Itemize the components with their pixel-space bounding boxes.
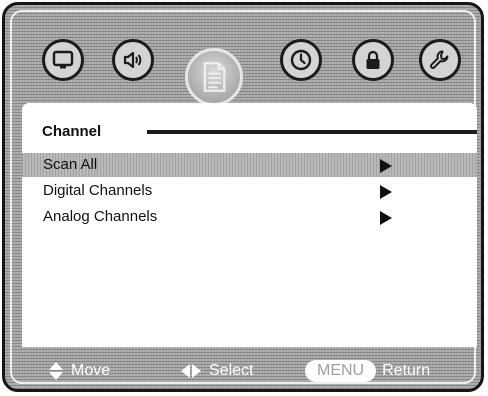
title-divider (147, 130, 477, 134)
time-menu-button[interactable] (280, 39, 322, 81)
return-hint: MENU Return (305, 360, 430, 382)
select-label: Select (209, 362, 254, 379)
move-label: Move (71, 362, 111, 379)
menu-item-digital-channels[interactable]: Digital Channels (22, 179, 477, 203)
menu-key-badge: MENU (305, 360, 377, 382)
right-arrow-icon (380, 159, 392, 173)
channel-menu-panel: Channel Scan All Digital Channels Analog… (22, 103, 477, 347)
lock-icon (366, 50, 380, 69)
lock-menu-button[interactable] (352, 39, 394, 81)
menu-item-label: Analog Channels (43, 208, 158, 225)
channel-menu-button[interactable] (185, 48, 243, 106)
clock-icon (290, 49, 312, 71)
setup-menu-button[interactable] (419, 39, 461, 81)
select-hint: Select (181, 360, 253, 382)
osd-menu: Channel Scan All Digital Channels Analog… (2, 2, 484, 392)
right-arrow-icon (380, 211, 392, 225)
picture-menu-button[interactable] (42, 39, 84, 81)
menu-item-label: Digital Channels (43, 182, 153, 199)
move-hint: Move (49, 360, 110, 382)
right-arrow-icon (380, 185, 392, 199)
menu-item-label: Scan All (43, 156, 98, 173)
document-icon (203, 62, 226, 92)
speaker-icon (123, 51, 142, 69)
menu-item-analog-channels[interactable]: Analog Channels (22, 205, 477, 229)
wrench-icon (430, 50, 449, 69)
up-down-arrow-icon (49, 362, 63, 380)
audio-menu-button[interactable] (112, 39, 154, 81)
footer-help-bar: Move Select MENU Return (5, 350, 481, 389)
return-label: Return (382, 362, 431, 379)
tv-icon (52, 50, 74, 69)
left-right-arrow-icon (181, 364, 201, 378)
menu-item-scan-all[interactable]: Scan All (22, 153, 477, 177)
panel-title: Channel (42, 123, 102, 140)
